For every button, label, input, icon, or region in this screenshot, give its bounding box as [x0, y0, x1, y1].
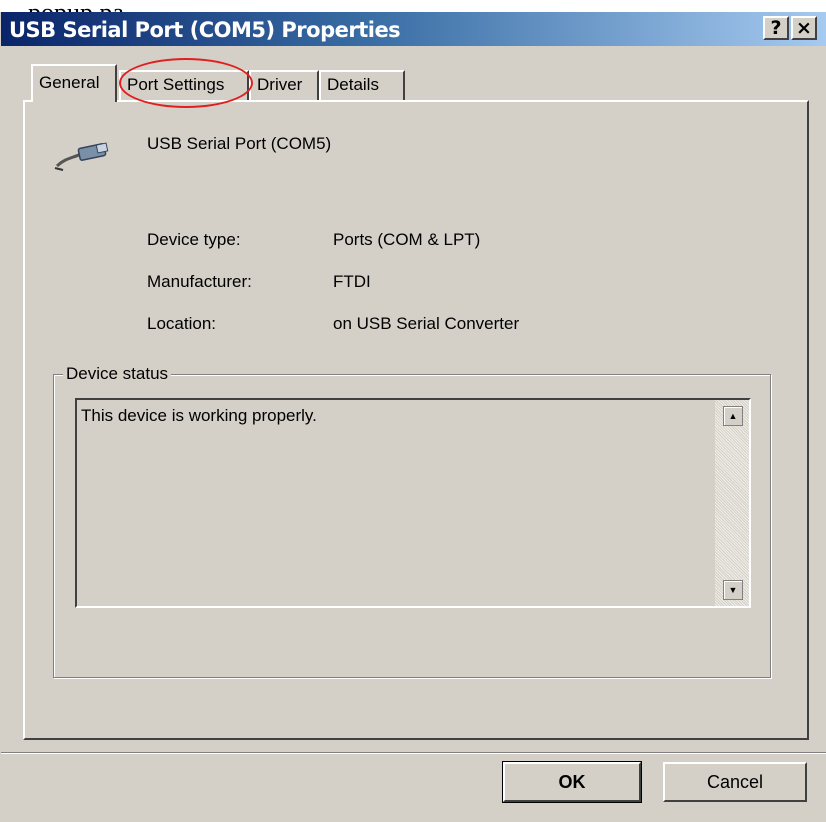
title-bar[interactable]: USB Serial Port (COM5) Properties ? × — [1, 12, 826, 46]
cancel-button[interactable]: Cancel — [663, 762, 807, 802]
port-settings-highlight-circle — [119, 58, 253, 108]
device-type-label: Device type: — [147, 230, 241, 249]
page-caption: ... popup pa — [0, 0, 826, 12]
device-type-value: Ports (COM & LPT) — [333, 230, 481, 249]
device-status-legend: Device status — [63, 364, 172, 384]
tab-driver[interactable]: Driver — [249, 70, 319, 100]
status-scrollbar[interactable]: ▲ ▼ — [715, 400, 749, 606]
properties-dialog: USB Serial Port (COM5) Properties ? × Ge… — [0, 12, 826, 822]
scroll-down-arrow-icon[interactable]: ▼ — [723, 580, 743, 600]
location-label: Location: — [147, 314, 216, 333]
help-button[interactable]: ? — [763, 16, 789, 40]
close-button[interactable]: × — [791, 16, 817, 40]
usb-cable-icon — [51, 136, 115, 181]
manufacturer-label: Manufacturer: — [147, 272, 252, 291]
device-status-textbox[interactable]: This device is working properly. ▲ ▼ — [75, 398, 751, 608]
tab-general[interactable]: General — [31, 64, 117, 102]
tab-details[interactable]: Details — [319, 70, 405, 100]
location-value: on USB Serial Converter — [333, 314, 520, 333]
device-status-text: This device is working properly. — [81, 406, 317, 425]
window-title: USB Serial Port (COM5) Properties — [9, 18, 401, 42]
device-name: USB Serial Port (COM5) — [147, 134, 332, 153]
manufacturer-value: FTDI — [333, 272, 371, 291]
scroll-up-arrow-icon[interactable]: ▲ — [723, 406, 743, 426]
button-separator — [1, 752, 826, 754]
ok-button[interactable]: OK — [502, 761, 642, 803]
